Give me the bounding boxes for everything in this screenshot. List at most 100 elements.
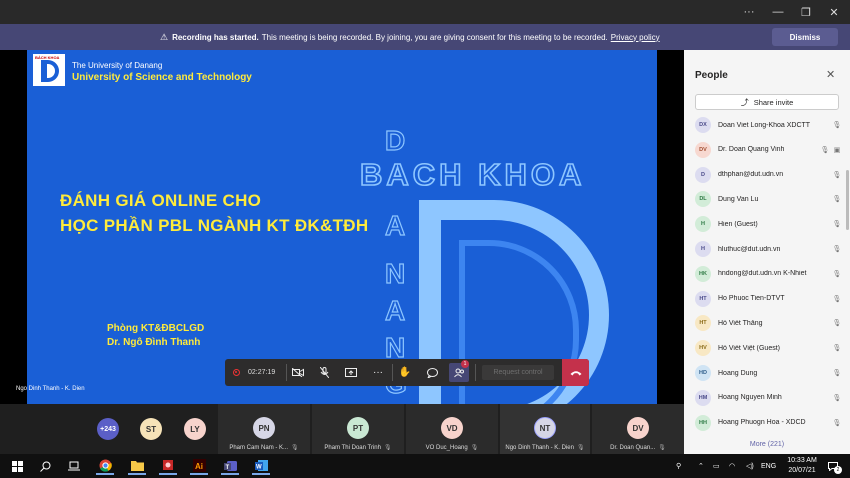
- chrome-icon[interactable]: [96, 457, 114, 475]
- notification-icon[interactable]: 2: [826, 459, 842, 474]
- privacy-policy-link[interactable]: Privacy policy: [611, 33, 660, 42]
- panel-scrollbar[interactable]: [846, 170, 849, 230]
- mic-off-icon: 🎙: [832, 295, 842, 303]
- avatar: D: [695, 166, 711, 183]
- mic-off-icon: 🎙: [820, 146, 830, 154]
- share-invite-button[interactable]: ⤴ Share invite: [695, 94, 839, 110]
- language-indicator[interactable]: ENG: [761, 454, 776, 478]
- people-list-item[interactable]: Ddthphan@dut.udn.vn 🎙: [695, 164, 843, 186]
- people-list-item[interactable]: HT Ho Phuoc Tien-DTVT 🎙: [695, 288, 843, 310]
- mic-off-icon: 🎙: [291, 445, 299, 451]
- request-control-button[interactable]: Request control: [482, 365, 554, 380]
- svg-text:Ai: Ai: [195, 462, 203, 471]
- warning-icon: ⚠: [160, 31, 169, 42]
- clock[interactable]: 10:33 AM 20/07/21: [782, 456, 822, 476]
- avatar: HM: [695, 389, 711, 406]
- mic-off-icon: 🎙: [832, 270, 842, 278]
- avatar[interactable]: ST: [140, 418, 162, 440]
- people-list-item[interactable]: DV Dr. Doan Quang Vinh 🎙 ▣: [695, 139, 843, 161]
- people-list-item[interactable]: DL Dung Van Lu 🎙: [695, 188, 843, 210]
- close-button[interactable]: ✕: [820, 0, 848, 24]
- avatar: HV: [695, 340, 711, 357]
- mic-off-icon: 🎙: [832, 246, 842, 253]
- battery-icon[interactable]: ▭: [713, 454, 720, 478]
- people-list-item[interactable]: Hhluthuc@dut.udn.vn 🎙: [695, 238, 843, 260]
- raise-hand-icon[interactable]: ✋: [395, 363, 415, 382]
- participant-name: VO Duc_Hoang: [425, 445, 468, 451]
- word-icon[interactable]: W: [252, 457, 270, 475]
- recording-timer: 02:27:19: [233, 359, 275, 386]
- avatar: HT: [695, 290, 711, 307]
- person-name: Dr. Doan Quang Vinh: [718, 146, 785, 154]
- illustrator-icon[interactable]: Ai: [190, 457, 208, 475]
- participant-strip: +243 ST LY PN Pham Cam Nam - K... 🎙 PT Ph…: [0, 404, 684, 454]
- people-panel: People ✕ ⤴ Share invite DX Doan Viet Long…: [684, 50, 850, 454]
- mic-off-icon: 🎙: [832, 221, 842, 229]
- search-icon[interactable]: [36, 457, 54, 475]
- slide-title: ĐÁNH GIÁ ONLINE CHO HỌC PHẦN PBL NGÀNH K…: [60, 191, 369, 235]
- mic-off-icon: 🎙: [832, 419, 842, 427]
- participant-tile-presenter[interactable]: NT Ngo Dinh Thanh - K. Dien 🎙: [500, 404, 590, 454]
- person-name: Hoang Phuogn Hoa - XDCD: [718, 419, 806, 427]
- banner-bold-text: Recording has started.: [172, 32, 259, 42]
- avatar: DX: [695, 117, 711, 133]
- more-icon[interactable]: ···: [368, 363, 388, 382]
- banner-text: This meeting is being recorded. By joini…: [261, 32, 608, 42]
- person-name: Doan Viet Long-Khoa XDCTT: [718, 121, 811, 129]
- volume-icon[interactable]: ◁): [746, 454, 754, 478]
- participant-tile[interactable]: PT Pham Thi Doan Trinh 🎙: [312, 404, 404, 454]
- more-participants-button[interactable]: +243: [97, 418, 119, 440]
- chevron-up-icon[interactable]: ⌃: [698, 454, 704, 478]
- more-options-icon[interactable]: ···: [735, 0, 763, 24]
- avatar: HK: [695, 265, 711, 282]
- hangup-icon[interactable]: [562, 359, 589, 386]
- call-controls: 02:27:19 ··· ✋ 1 Request control: [225, 359, 589, 386]
- minimize-button[interactable]: —: [764, 0, 792, 24]
- person-name: Hoang Dung: [718, 369, 758, 377]
- more-people-link[interactable]: More (221): [684, 441, 850, 448]
- people-list-item[interactable]: DX Doan Viet Long-Khoa XDCTT 🎙: [695, 114, 843, 136]
- people-icon[interactable]: 1: [449, 360, 469, 382]
- close-icon[interactable]: ✕: [826, 68, 835, 81]
- avatar: H: [695, 241, 711, 257]
- share-screen-icon[interactable]: [341, 363, 361, 382]
- participant-name: Pham Thi Doan Trinh: [324, 445, 381, 451]
- file-explorer-icon[interactable]: [128, 457, 146, 475]
- shared-screen-stage: BÁCH KHOA The University of Danang Unive…: [0, 50, 684, 404]
- watermark-bach-khoa: BACH KHOA: [359, 156, 586, 193]
- people-list-item[interactable]: HM Hoang Nguyen Minh 🎙: [695, 387, 843, 409]
- participant-tile[interactable]: DV Dr. Doan Quan... 🎙: [592, 404, 684, 454]
- mic-off-icon: 🎙: [832, 345, 842, 353]
- windows-taskbar: Ai T W ⚲ ⌃ ▭ ◠ ◁) ENG 10:33 AM 20/07/21 …: [0, 454, 850, 478]
- task-view-icon[interactable]: [65, 457, 83, 475]
- university-name: The University of Danang: [72, 61, 163, 70]
- panel-title: People: [695, 70, 728, 81]
- camera-off-icon[interactable]: [288, 363, 308, 382]
- people-list-item[interactable]: HT Hồ Viết Thắng 🎙: [695, 312, 843, 334]
- mic-off-icon: 🎙: [832, 196, 842, 204]
- person-tray-icon[interactable]: ⚲: [676, 454, 681, 478]
- restore-button[interactable]: ❐: [792, 0, 820, 24]
- person-name: Hồ Viết Thắng: [718, 319, 763, 327]
- mic-off-icon: 🎙: [383, 445, 392, 451]
- avatar: PT: [347, 417, 369, 439]
- app-icon[interactable]: [159, 457, 177, 475]
- people-list-item[interactable]: HV Hồ Viết Việt (Guest) 🎙: [695, 337, 843, 359]
- wifi-icon[interactable]: ◠: [729, 454, 735, 478]
- chat-icon[interactable]: [422, 363, 442, 382]
- avatar[interactable]: LY: [184, 418, 206, 440]
- people-list-item[interactable]: H Hien (Guest) 🎙: [695, 213, 843, 235]
- svg-text:W: W: [256, 464, 262, 470]
- people-list-item[interactable]: HH Hoang Phuogn Hoa - XDCD 🎙: [695, 412, 843, 434]
- participant-tile[interactable]: VD VO Duc_Hoang 🎙: [406, 404, 498, 454]
- mic-off-icon[interactable]: [314, 363, 334, 382]
- screen-share-indicator-icon: ▣: [833, 146, 841, 154]
- windows-start-icon[interactable]: [8, 457, 26, 475]
- people-list-item[interactable]: HD Hoang Dung 🎙: [695, 362, 843, 384]
- dismiss-button[interactable]: Dismiss: [772, 28, 838, 46]
- people-list-item[interactable]: HK hndong@dut.udn.vn K-Nhiet 🎙: [695, 263, 843, 285]
- teams-window: ··· — ❐ ✕ ⚠ Recording has started. This …: [0, 0, 850, 478]
- participant-tile[interactable]: PN Pham Cam Nam - K... 🎙: [218, 404, 310, 454]
- mic-off-icon: 🎙: [576, 445, 585, 451]
- teams-icon[interactable]: T: [221, 457, 239, 475]
